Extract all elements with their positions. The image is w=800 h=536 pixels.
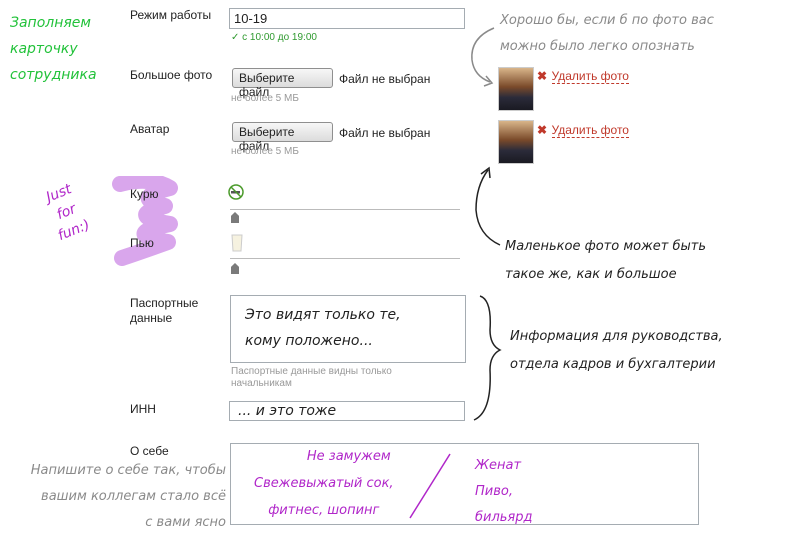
annotation-arrows xyxy=(471,27,502,421)
